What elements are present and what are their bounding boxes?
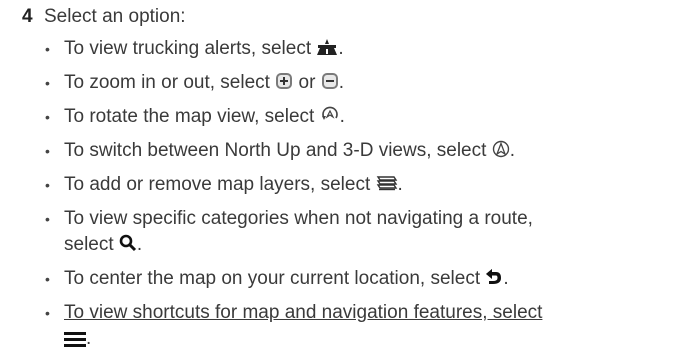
option-text: To add or remove map layers, select: [64, 174, 371, 195]
search-icon: [119, 234, 137, 252]
option-suffix: .: [509, 140, 515, 161]
trucking-alerts-icon: [316, 38, 338, 56]
step-number: 4: [22, 6, 33, 27]
option-suffix: .: [136, 234, 143, 255]
bullet: •: [45, 41, 50, 57]
rotate-map-icon: [320, 106, 340, 124]
option-text: To center the map on your current locati…: [64, 268, 481, 289]
option-connector: or: [298, 72, 316, 93]
option-text: To switch between North Up and 3-D views…: [64, 140, 487, 161]
bullet: •: [45, 177, 50, 193]
zoom-out-icon: [321, 72, 339, 90]
option-suffix: .: [339, 106, 345, 127]
bullet: •: [45, 305, 50, 321]
option-text: To view specific categories when not nav…: [64, 208, 533, 229]
center-location-icon: [485, 268, 503, 286]
option-text: To view trucking alerts, select: [64, 38, 312, 59]
option-text-line2: select: [64, 234, 114, 255]
menu-icon: [64, 330, 86, 348]
bullet: •: [45, 143, 50, 159]
zoom-in-icon: [275, 72, 293, 90]
bullet: •: [45, 75, 50, 91]
option-text: To view shortcuts for map and navigation…: [64, 302, 543, 323]
bullet: •: [45, 211, 50, 227]
option-text: To zoom in or out, select: [64, 72, 270, 93]
step-text: Select an option:: [44, 6, 186, 27]
bullet: •: [45, 109, 50, 125]
option-suffix: .: [338, 38, 344, 59]
map-layers-icon: [376, 174, 398, 192]
option-text: To rotate the map view, select: [64, 106, 315, 127]
option-suffix: .: [86, 328, 92, 349]
north-up-3d-icon: [492, 140, 510, 158]
option-suffix: .: [338, 72, 344, 93]
option-suffix: .: [397, 174, 403, 195]
bullet: •: [45, 271, 50, 287]
option-suffix: .: [503, 268, 509, 289]
step-4: 4 Select an option:: [22, 4, 186, 30]
